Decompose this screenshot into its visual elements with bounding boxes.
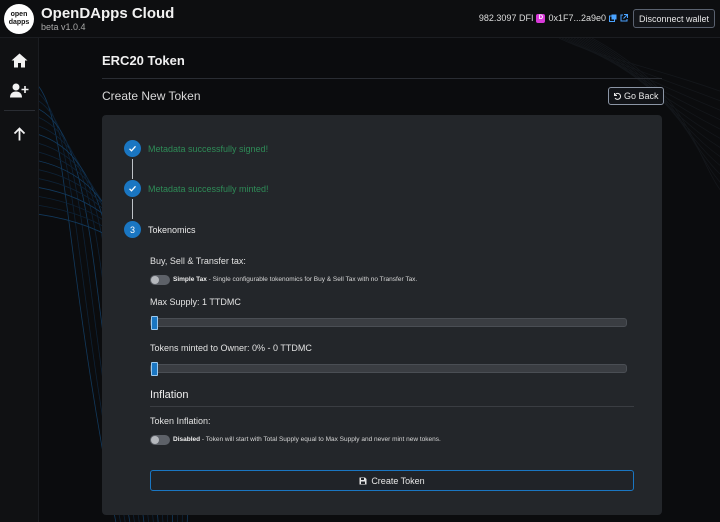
main-content: ERC20 Token Create New Token Go Back Met… bbox=[39, 38, 720, 522]
simple-tax-desc: - Single configurable tokenomics for Buy… bbox=[206, 276, 418, 283]
save-icon bbox=[359, 477, 367, 484]
step-1-indicator bbox=[124, 140, 141, 157]
wallet-address: 0x1F7...2a9e0 bbox=[548, 13, 606, 23]
page-subtitle: Create New Token bbox=[102, 89, 201, 103]
create-token-button[interactable]: Create Token bbox=[150, 470, 634, 491]
token-form-card: Metadata successfully signed! Metadata s… bbox=[102, 115, 662, 515]
app-version: beta v1.0.4 bbox=[41, 22, 86, 32]
inflation-state: Disabled bbox=[173, 436, 201, 443]
max-supply-slider-handle[interactable] bbox=[151, 316, 158, 330]
create-token-label: Create Token bbox=[371, 475, 425, 486]
token-inflation-label: Token Inflation: bbox=[150, 416, 211, 426]
copy-icon[interactable] bbox=[609, 14, 617, 22]
check-icon bbox=[129, 185, 136, 192]
owner-tokens-slider[interactable] bbox=[150, 362, 627, 376]
go-back-button[interactable]: Go Back bbox=[608, 87, 664, 105]
step-connector bbox=[132, 199, 133, 219]
check-icon bbox=[129, 145, 136, 152]
top-bar: open dapps OpenDApps Cloud beta v1.0.4 9… bbox=[0, 0, 720, 38]
sidebar bbox=[0, 38, 39, 522]
inflation-toggle[interactable] bbox=[150, 435, 170, 445]
owner-tokens-label: Tokens minted to Owner: 0% - 0 TTDMC bbox=[150, 343, 312, 353]
owner-tokens-slider-handle[interactable] bbox=[151, 362, 158, 376]
app-logo[interactable]: open dapps bbox=[4, 4, 34, 34]
title-divider bbox=[102, 78, 662, 79]
undo-icon bbox=[614, 92, 621, 100]
step-3-label: Tokenomics bbox=[148, 225, 196, 235]
step-1-label: Metadata successfully signed! bbox=[148, 144, 269, 154]
tax-label: Buy, Sell & Transfer tax: bbox=[150, 256, 246, 266]
simple-tax-description: Simple Tax - Single configurable tokenom… bbox=[173, 276, 417, 283]
dfi-token-icon: D bbox=[536, 13, 546, 23]
external-link-icon[interactable] bbox=[620, 14, 628, 22]
max-supply-label: Max Supply: 1 TTDMC bbox=[150, 297, 241, 307]
sidebar-item-home[interactable] bbox=[0, 47, 39, 73]
inflation-desc: - Token will start with Total Supply equ… bbox=[200, 436, 441, 443]
app-title: OpenDApps Cloud bbox=[41, 5, 175, 22]
step-3-number: 3 bbox=[129, 224, 135, 235]
home-icon bbox=[11, 53, 28, 67]
logo-text: open dapps bbox=[8, 11, 30, 26]
inflation-description: Disabled - Token will start with Total S… bbox=[173, 436, 441, 443]
step-connector bbox=[132, 159, 133, 179]
add-user-icon bbox=[10, 83, 29, 97]
step-3-indicator: 3 bbox=[124, 221, 141, 238]
simple-tax-name: Simple Tax bbox=[173, 276, 207, 283]
simple-tax-toggle[interactable] bbox=[150, 275, 170, 285]
step-2-indicator bbox=[124, 180, 141, 197]
sidebar-item-add-user[interactable] bbox=[0, 77, 39, 103]
wallet-balance: 982.3097 DFI bbox=[478, 13, 534, 23]
wallet-info: 982.3097 DFI D 0x1F7...2a9e0 bbox=[479, 13, 628, 23]
sidebar-item-upload[interactable] bbox=[0, 121, 39, 147]
max-supply-slider[interactable] bbox=[150, 316, 627, 330]
step-2-label: Metadata successfully minted! bbox=[148, 184, 269, 194]
page-title: ERC20 Token bbox=[102, 53, 185, 68]
go-back-label: Go Back bbox=[624, 91, 659, 101]
disconnect-wallet-button[interactable]: Disconnect wallet bbox=[632, 9, 715, 28]
arrow-up-icon bbox=[13, 127, 26, 141]
sidebar-divider bbox=[4, 110, 35, 111]
inflation-section-title: Inflation bbox=[150, 389, 189, 401]
inflation-divider bbox=[150, 406, 634, 407]
